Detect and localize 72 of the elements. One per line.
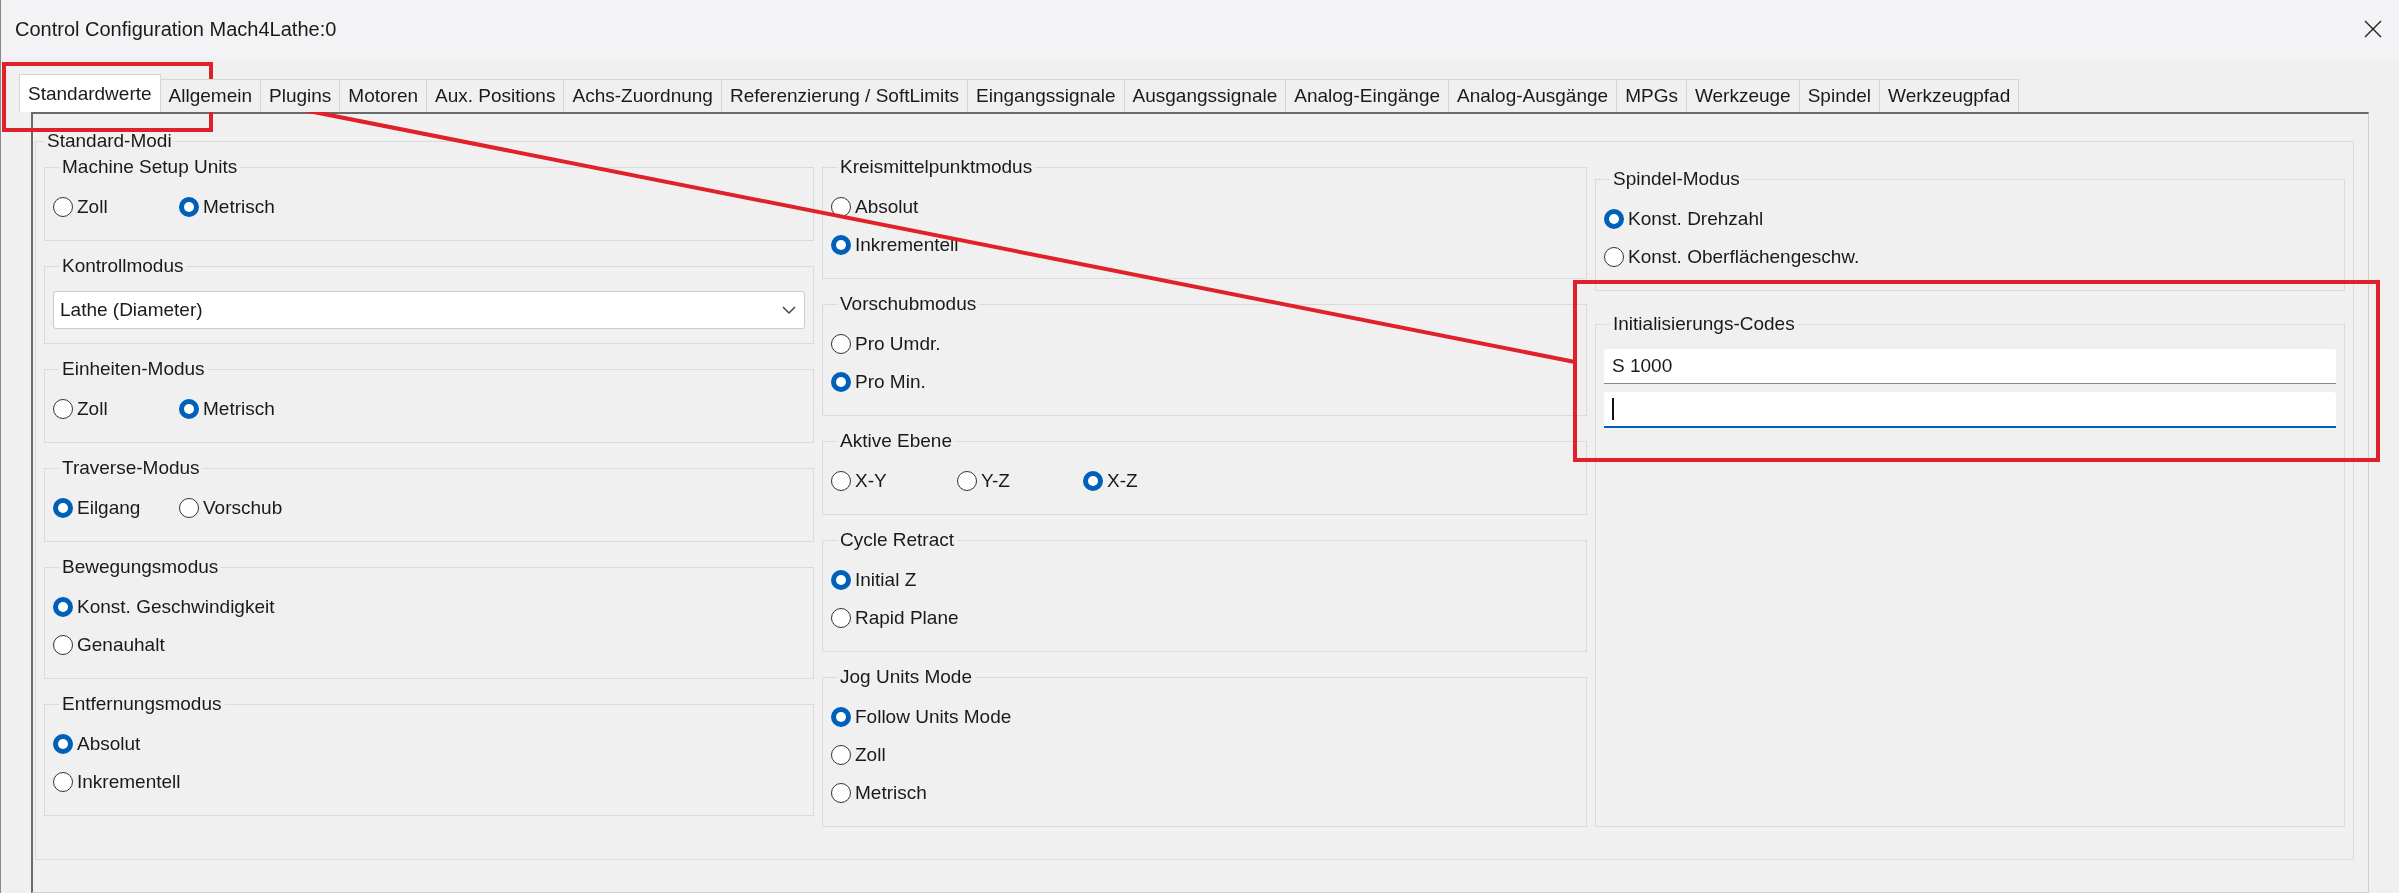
radio-option[interactable]: Metrisch: [179, 390, 275, 428]
dropdown[interactable]: Lathe (Diameter): [53, 291, 805, 329]
radio-button[interactable]: [53, 197, 73, 217]
group-title: Initialisierungs-Codes: [1612, 313, 1796, 335]
radio-button[interactable]: [831, 745, 851, 765]
window-title: Control Configuration Mach4Lathe:0: [15, 17, 337, 41]
radio-option[interactable]: Initial Z: [831, 561, 1578, 599]
radio-option[interactable]: Inkrementell: [831, 226, 1578, 264]
radio-button[interactable]: [53, 734, 73, 754]
radio-button[interactable]: [831, 570, 851, 590]
radio-button[interactable]: [957, 471, 977, 491]
radio-button[interactable]: [1604, 247, 1624, 267]
radio-button[interactable]: [53, 635, 73, 655]
radio-option[interactable]: Follow Units Mode: [831, 698, 1578, 736]
radio-option[interactable]: X-Z: [1083, 462, 1179, 500]
group-title: Kontrollmodus: [61, 255, 185, 277]
radio-button[interactable]: [179, 197, 199, 217]
radio-button[interactable]: [53, 399, 73, 419]
group-title: Entfernungsmodus: [61, 693, 223, 715]
group-title: Cycle Retract: [839, 529, 956, 551]
radio-option[interactable]: Pro Min.: [831, 363, 1578, 401]
group-title: Kreismittelpunktmodus: [839, 156, 1034, 178]
group-title: Spindel-Modus: [1612, 168, 1741, 190]
group-title: Einheiten-Modus: [61, 358, 206, 380]
radio-button[interactable]: [53, 597, 73, 617]
radio-button[interactable]: [1604, 209, 1624, 229]
tab[interactable]: Standardwerte: [19, 74, 161, 112]
radio-option[interactable]: Eilgang: [53, 489, 149, 527]
radio-option[interactable]: Zoll: [53, 188, 149, 226]
group-title: Aktive Ebene: [839, 430, 953, 452]
radio-option[interactable]: Zoll: [53, 390, 149, 428]
tab[interactable]: Allgemein: [159, 79, 261, 112]
radio-option[interactable]: Metrisch: [831, 774, 1578, 812]
radio-option[interactable]: Zoll: [831, 736, 1578, 774]
radio-option[interactable]: Konst. Geschwindigkeit: [53, 588, 805, 626]
close-icon: [2364, 20, 2382, 38]
radio-option[interactable]: Absolut: [831, 188, 1578, 226]
radio-button[interactable]: [53, 498, 73, 518]
radio-option[interactable]: Rapid Plane: [831, 599, 1578, 637]
radio-option[interactable]: Inkrementell: [53, 763, 805, 801]
text-cursor: [1612, 398, 1614, 420]
code-input[interactable]: [1604, 392, 2336, 428]
code-input[interactable]: S 1000: [1604, 349, 2336, 384]
radio-button[interactable]: [1083, 471, 1103, 491]
radio-button[interactable]: [831, 334, 851, 354]
radio-button[interactable]: [831, 608, 851, 628]
radio-button[interactable]: [53, 772, 73, 792]
radio-option[interactable]: Pro Umdr.: [831, 325, 1578, 363]
radio-button[interactable]: [831, 471, 851, 491]
radio-button[interactable]: [831, 707, 851, 727]
group-title: Vorschubmodus: [839, 293, 978, 315]
group-title: Standard-Modi: [46, 130, 173, 152]
group-title: Traverse-Modus: [61, 457, 201, 479]
group-title: Jog Units Mode: [839, 666, 973, 688]
group-title: Bewegungsmodus: [61, 556, 220, 578]
radio-option[interactable]: Vorschub: [179, 489, 283, 527]
radio-option[interactable]: Genauhalt: [53, 626, 805, 664]
tab[interactable]: Werkzeugpfad: [1879, 79, 2020, 112]
radio-button[interactable]: [831, 783, 851, 803]
chevron-down-icon: [782, 305, 796, 315]
radio-button[interactable]: [179, 498, 199, 518]
radio-option[interactable]: Metrisch: [179, 188, 275, 226]
radio-button[interactable]: [831, 372, 851, 392]
radio-option[interactable]: Y-Z: [957, 462, 1053, 500]
radio-button[interactable]: [179, 399, 199, 419]
radio-option[interactable]: Konst. Drehzahl: [1604, 200, 2336, 238]
radio-option[interactable]: Konst. Oberflächengeschw.: [1604, 238, 2336, 276]
group-title: Machine Setup Units: [61, 156, 239, 178]
radio-option[interactable]: Absolut: [53, 725, 805, 763]
radio-button[interactable]: [831, 235, 851, 255]
tab[interactable]: Plugins: [260, 79, 341, 112]
radio-option[interactable]: X-Y: [831, 462, 927, 500]
